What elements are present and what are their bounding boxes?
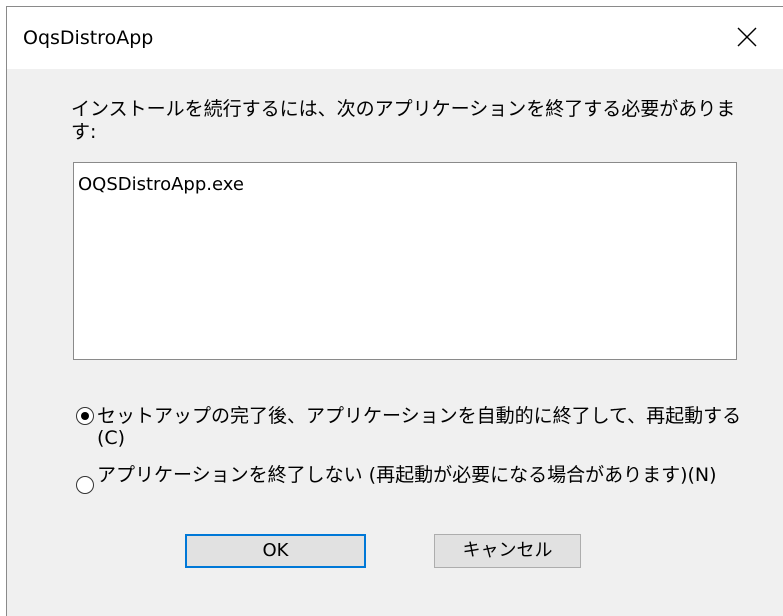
radio-selected-dot xyxy=(81,412,89,420)
dialog-window: OqsDistroApp インストールを続行するには、次のアプリケーションを終了… xyxy=(6,6,783,616)
window-title: OqsDistroApp xyxy=(23,27,154,49)
ok-button[interactable]: OK xyxy=(185,534,366,568)
title-bar: OqsDistroApp xyxy=(7,7,783,69)
running-applications-list[interactable]: OQSDistroApp.exe xyxy=(73,162,737,360)
radio-button-selected[interactable] xyxy=(76,407,94,425)
close-button[interactable] xyxy=(713,7,783,69)
radio-button-unselected[interactable] xyxy=(76,476,94,494)
list-item[interactable]: OQSDistroApp.exe xyxy=(78,174,244,196)
radio-do-not-close-label[interactable]: アプリケーションを終了しない (再起動が必要になる場合があります)(N) xyxy=(97,464,747,486)
close-icon xyxy=(737,27,757,47)
instruction-message: インストールを続行するには、次のアプリケーションを終了する必要があります: xyxy=(71,98,736,143)
radio-close-and-restart-label[interactable]: セットアップの完了後、アプリケーションを自動的に終了して、再起動する(C) xyxy=(97,405,747,449)
cancel-button[interactable]: キャンセル xyxy=(434,534,581,568)
